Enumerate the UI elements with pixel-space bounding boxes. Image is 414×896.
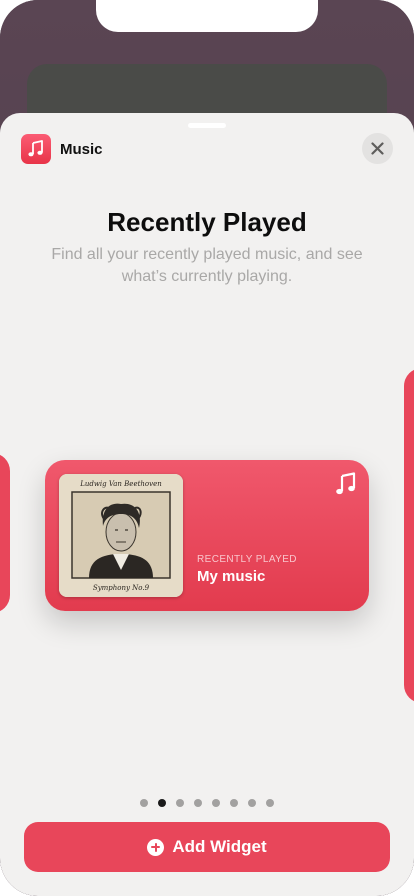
music-note-icon <box>28 140 43 157</box>
device-notch <box>96 0 318 32</box>
page-dot[interactable] <box>230 799 238 807</box>
music-note-icon <box>336 472 356 495</box>
page-dot[interactable] <box>158 799 166 807</box>
album-artwork: Ludwig Van Beethoven Symphony No.9 <box>59 474 183 597</box>
page-dot[interactable] <box>140 799 148 807</box>
next-widget-preview[interactable] <box>404 368 414 703</box>
app-name: Music <box>60 141 103 158</box>
phone-screen: Music Recently Played Find all your rece… <box>0 0 414 896</box>
add-widget-label: Add Widget <box>172 837 267 856</box>
widget-gallery-sheet: Music Recently Played Find all your rece… <box>0 113 414 896</box>
close-icon <box>371 142 384 155</box>
recently-played-widget[interactable]: Ludwig Van Beethoven Symphony No.9 RECEN… <box>45 460 369 611</box>
sheet-grabber[interactable] <box>188 123 226 128</box>
page-dot[interactable] <box>248 799 256 807</box>
widget-label: RECENTLY PLAYED <box>197 554 297 565</box>
music-app-icon <box>21 134 51 164</box>
album-top-text: Ludwig Van Beethoven <box>80 480 162 488</box>
plus-circle-icon <box>147 838 165 856</box>
page-title: Recently Played <box>107 207 307 237</box>
page-dot[interactable] <box>212 799 220 807</box>
page-indicator[interactable] <box>0 799 414 807</box>
page-dot[interactable] <box>266 799 274 807</box>
page-dot[interactable] <box>176 799 184 807</box>
add-widget-button[interactable]: Add Widget <box>24 822 390 872</box>
close-button[interactable] <box>362 133 393 164</box>
beethoven-portrait-image <box>59 474 183 597</box>
previous-widget-preview[interactable] <box>0 453 10 613</box>
widget-title: My music <box>197 568 266 585</box>
page-dot[interactable] <box>194 799 202 807</box>
album-bottom-text: Symphony No.9 <box>92 584 150 592</box>
page-subtitle: Find all your recently played music, and… <box>51 246 363 285</box>
